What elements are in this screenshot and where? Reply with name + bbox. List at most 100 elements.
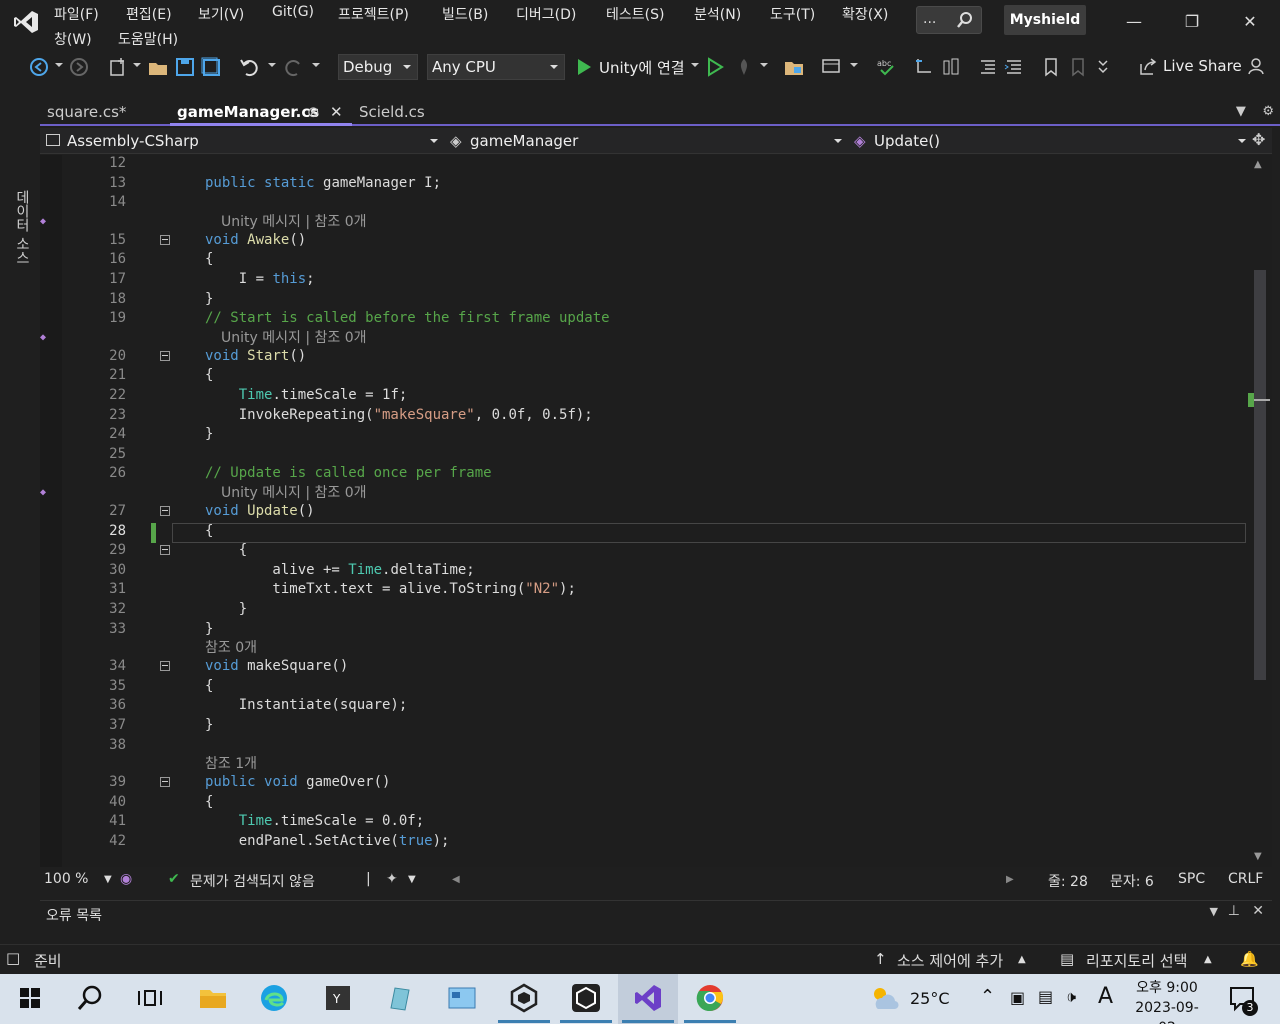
live-share-label[interactable]: Live Share bbox=[1163, 57, 1242, 75]
column-status[interactable]: 문자: 6 bbox=[1110, 871, 1154, 891]
undo-dropdown-icon[interactable] bbox=[268, 63, 276, 67]
tab-list-dropdown-icon[interactable]: ▼ bbox=[1236, 104, 1246, 119]
codelens-row[interactable]: ◆ Unity 메시지 | 참조 0개 bbox=[40, 212, 1248, 232]
codelens-text[interactable]: Unity 메시지 | 참조 0개 bbox=[221, 483, 367, 503]
configuration-select[interactable]: Debug bbox=[338, 54, 418, 80]
forward-icon[interactable] bbox=[68, 56, 90, 78]
tab-scield-cs[interactable]: Scield.cs bbox=[352, 98, 462, 126]
add-source-control[interactable]: 소스 제어에 추가 bbox=[897, 950, 1003, 971]
folder-view-icon[interactable] bbox=[783, 56, 805, 78]
tab-square-cs[interactable]: square.cs* bbox=[40, 98, 166, 126]
toolbar-overflow-icon[interactable] bbox=[1092, 56, 1114, 78]
zoom-dropdown-icon[interactable]: ▼ bbox=[104, 874, 112, 885]
yandex-app-icon[interactable]: Y bbox=[322, 982, 354, 1014]
open-folder-icon[interactable] bbox=[147, 56, 169, 78]
layout-icon[interactable] bbox=[820, 56, 842, 78]
source-control-caret-icon[interactable]: ▲ bbox=[1018, 954, 1026, 965]
new-item-dropdown-icon[interactable] bbox=[133, 63, 141, 67]
scroll-right-icon[interactable]: ▶ bbox=[1006, 874, 1014, 885]
issues-status[interactable]: 문제가 검색되지 않음 bbox=[190, 871, 315, 891]
back-dropdown-icon[interactable] bbox=[55, 63, 63, 67]
select-repository[interactable]: 리포지토리 선택 bbox=[1086, 950, 1187, 971]
zoom-level[interactable]: 100 % bbox=[44, 871, 88, 887]
menu-item[interactable]: 편집(E) bbox=[126, 4, 172, 24]
meet-now-icon[interactable]: ▣ bbox=[1010, 988, 1025, 1007]
redo-icon[interactable] bbox=[283, 56, 305, 78]
minimize-icon[interactable]: — bbox=[1122, 10, 1146, 34]
notes-app-icon[interactable] bbox=[383, 982, 415, 1014]
bookmark-next-icon[interactable] bbox=[1067, 56, 1089, 78]
chrome-browser-icon[interactable] bbox=[694, 982, 726, 1014]
platform-select[interactable]: Any CPU bbox=[427, 54, 565, 80]
settings-gear-icon[interactable]: ⚙ bbox=[1262, 104, 1274, 119]
menu-item[interactable]: 도구(T) bbox=[770, 4, 815, 24]
start-without-debug-icon[interactable] bbox=[704, 56, 726, 78]
menu-item[interactable]: 디버그(D) bbox=[516, 4, 576, 24]
menu-item[interactable]: 테스트(S) bbox=[606, 4, 664, 24]
menu-item[interactable]: 도움말(H) bbox=[118, 29, 178, 49]
menu-item[interactable]: 빌드(B) bbox=[442, 4, 488, 24]
editor-vertical-scrollbar[interactable]: ▲ ▼ bbox=[1248, 155, 1272, 867]
step-out-icon[interactable] bbox=[940, 56, 962, 78]
edge-browser-icon[interactable] bbox=[258, 982, 290, 1014]
play-icon[interactable] bbox=[573, 56, 595, 78]
step-into-icon[interactable] bbox=[913, 56, 935, 78]
code-editor[interactable]: 12 13 public static gameManager I; 14 ◆ Unity… bbox=[40, 155, 1248, 867]
run-dropdown-icon[interactable] bbox=[691, 63, 699, 67]
tab-gamemanager-cs[interactable]: gameManager.cs ⊗ ✕ bbox=[170, 98, 352, 126]
menu-item[interactable]: Git(G) bbox=[272, 4, 314, 20]
menu-item[interactable]: 프로젝트(P) bbox=[338, 4, 409, 24]
class-dropdown[interactable]: ◈ gameManager bbox=[448, 128, 844, 154]
weather-partly-cloudy-icon[interactable] bbox=[868, 982, 900, 1014]
panel-pin-icon[interactable]: ⊥ bbox=[1228, 903, 1240, 919]
layout-dropdown-icon[interactable] bbox=[850, 63, 858, 67]
codelens-row[interactable]: 참조 0개 bbox=[40, 638, 1248, 658]
feedback-icon[interactable] bbox=[1247, 56, 1269, 78]
close-icon[interactable]: ✕ bbox=[1238, 10, 1262, 34]
save-all-icon[interactable] bbox=[200, 56, 222, 78]
menu-item[interactable]: 파일(F) bbox=[54, 4, 99, 24]
menu-item[interactable]: 확장(X) bbox=[842, 4, 888, 24]
menu-item[interactable]: 보기(V) bbox=[198, 4, 244, 24]
repository-caret-icon[interactable]: ▲ bbox=[1204, 954, 1212, 965]
network-icon[interactable]: ▤ bbox=[1038, 987, 1053, 1006]
line-ending-status[interactable]: CRLF bbox=[1228, 871, 1263, 887]
weather-temperature[interactable]: 25°C bbox=[910, 989, 950, 1008]
new-item-icon[interactable] bbox=[107, 56, 129, 78]
code-cleanup-dropdown-icon[interactable]: ▼ bbox=[408, 874, 416, 885]
collapse-region-icon[interactable] bbox=[160, 545, 170, 556]
notification-bell-icon[interactable]: 🔔 bbox=[1240, 950, 1259, 968]
collapse-region-icon[interactable] bbox=[160, 350, 170, 361]
unity-editor-icon[interactable] bbox=[570, 982, 602, 1014]
hot-reload-icon[interactable] bbox=[733, 56, 755, 78]
line-number-status[interactable]: 줄: 28 bbox=[1048, 871, 1088, 891]
outdent-icon[interactable] bbox=[1003, 56, 1025, 78]
input-language-icon[interactable]: A bbox=[1098, 984, 1113, 1009]
windows-start-icon[interactable] bbox=[14, 982, 46, 1014]
close-tab-icon[interactable]: ✕ bbox=[330, 98, 343, 126]
visual-studio-logo-icon[interactable] bbox=[12, 8, 40, 36]
menu-item[interactable]: 분석(N) bbox=[694, 4, 741, 24]
indent-icon[interactable] bbox=[977, 56, 999, 78]
file-explorer-icon[interactable] bbox=[197, 982, 229, 1014]
restore-icon[interactable]: ❐ bbox=[1180, 10, 1204, 34]
unity-hub-icon[interactable] bbox=[508, 982, 540, 1014]
hot-reload-dropdown-icon[interactable] bbox=[760, 63, 768, 67]
spell-check-icon[interactable]: abc bbox=[876, 56, 898, 78]
bookmark-icon[interactable] bbox=[1040, 56, 1062, 78]
menu-item[interactable]: 창(W) bbox=[54, 29, 92, 49]
back-icon[interactable] bbox=[28, 56, 50, 78]
codelens-row[interactable]: 참조 1개 bbox=[40, 754, 1248, 774]
codelens-text[interactable]: Unity 메시지 | 참조 0개 bbox=[221, 212, 367, 232]
member-dropdown[interactable]: ◈ Update() bbox=[852, 128, 1248, 154]
pin-icon[interactable]: ⊗ bbox=[307, 98, 320, 126]
codelens-row[interactable]: ◆ Unity 메시지 | 참조 0개 bbox=[40, 483, 1248, 503]
undo-icon[interactable] bbox=[238, 56, 260, 78]
run-button-label[interactable]: Unity에 연결 bbox=[599, 57, 685, 78]
collapse-region-icon[interactable] bbox=[160, 777, 170, 788]
control-panel-icon[interactable] bbox=[446, 982, 478, 1014]
task-view-icon[interactable] bbox=[134, 982, 166, 1014]
whitespace-status[interactable]: SPC bbox=[1178, 871, 1205, 887]
codelens-row[interactable]: ◆ Unity 메시지 | 참조 0개 bbox=[40, 328, 1248, 348]
redo-dropdown-icon[interactable] bbox=[312, 63, 320, 67]
